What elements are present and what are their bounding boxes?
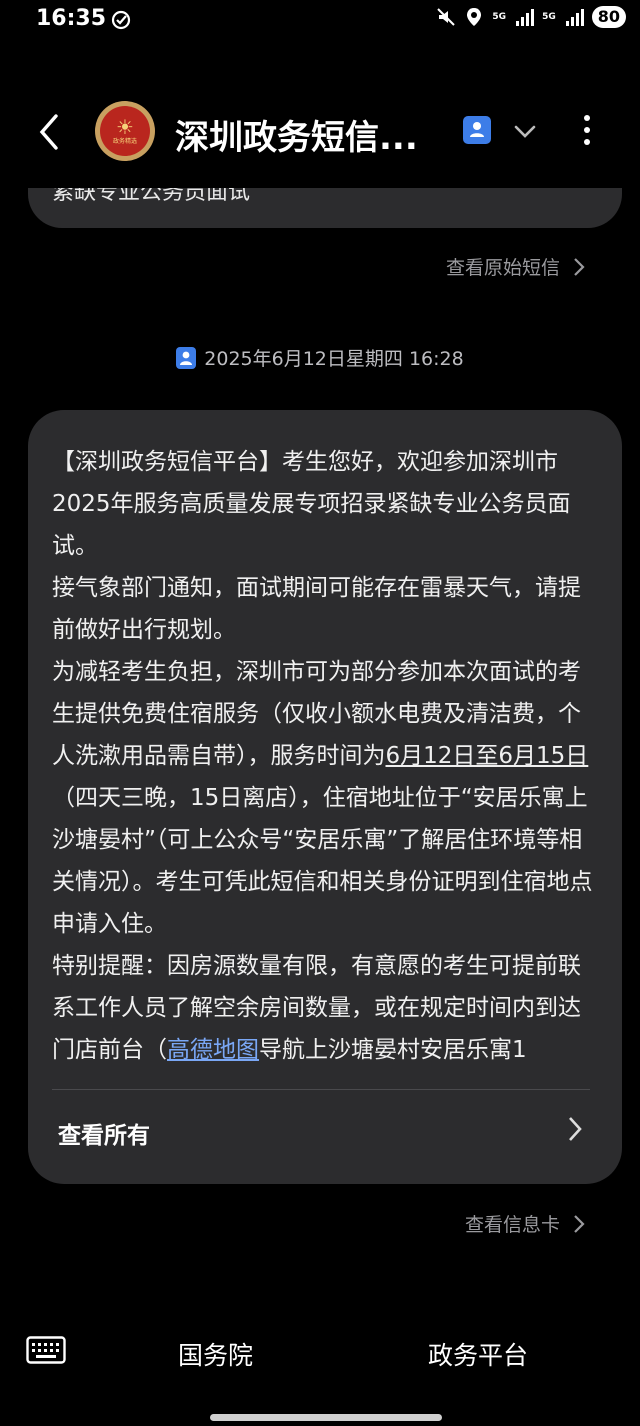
emblem-icon: ☀ bbox=[116, 115, 134, 139]
status-icons: 5G 5G 80 bbox=[436, 6, 626, 28]
sim-icon bbox=[176, 346, 197, 369]
chevron-right-icon bbox=[574, 1214, 585, 1233]
signal-icon-2 bbox=[565, 9, 584, 26]
menu-item-state-council[interactable]: 国务院 bbox=[178, 1336, 253, 1372]
alarm-icon bbox=[111, 10, 131, 30]
chevron-right-icon[interactable] bbox=[566, 1114, 584, 1144]
paragraph-4-text-b: 导航上沙塘晏村安居乐寓1 bbox=[259, 1037, 527, 1063]
chevron-right-icon bbox=[574, 257, 585, 276]
chevron-down-icon[interactable] bbox=[510, 118, 540, 144]
back-button[interactable] bbox=[30, 110, 70, 154]
view-original-label: 查看原始短信 bbox=[445, 257, 560, 279]
view-original-link[interactable]: 查看原始短信 bbox=[446, 253, 586, 280]
amap-link[interactable]: 高德地图 bbox=[167, 1037, 259, 1063]
message-paragraph-3: 为减轻考生负担，深圳市可为部分参加本次面试的考生提供免费住宿服务（仅收小额水电费… bbox=[52, 651, 602, 945]
date-range-link[interactable]: 6月12日至6月15日 bbox=[386, 743, 589, 769]
mute-icon bbox=[437, 8, 456, 26]
view-card-link[interactable]: 查看信息卡 bbox=[465, 1210, 586, 1237]
divider bbox=[52, 1089, 590, 1090]
message-paragraph-1: 【深圳政务短信平台】考生您好，欢迎参加深圳市2025年服务高质量发展专项招录紧缺… bbox=[52, 449, 571, 559]
message-paragraph-4: 特别提醒：因房源数量有限，有意愿的考生可提前联系工作人员了解空余房间数量，或在规… bbox=[52, 945, 602, 1071]
view-card-label: 查看信息卡 bbox=[464, 1214, 560, 1236]
more-options-icon[interactable] bbox=[576, 112, 598, 148]
avatar[interactable]: ☀ 政务精选 bbox=[95, 101, 155, 161]
contact-icon[interactable] bbox=[463, 116, 491, 144]
message-paragraph-2: 接气象部门通知，面试期间可能存在雷暴天气，请提前做好出行规划。 bbox=[52, 575, 581, 643]
view-all-button[interactable]: 查看所有 bbox=[58, 1116, 150, 1150]
message-body: 【深圳政务短信平台】考生您好，欢迎参加深圳市2025年服务高质量发展专项招录紧缺… bbox=[52, 441, 602, 1071]
message-bubble[interactable]: 【深圳政务短信平台】考生您好，欢迎参加深圳市2025年服务高质量发展专项招录紧缺… bbox=[28, 410, 622, 1184]
battery-indicator: 80 bbox=[591, 6, 626, 28]
keyboard-icon[interactable] bbox=[26, 1336, 66, 1364]
status-time: 16:35 bbox=[36, 6, 107, 31]
message-date-row: 2025年6月12日星期四 16:28 bbox=[0, 344, 640, 371]
paragraph-3-text-b: （四天三晚，15日离店），住宿地址位于“安居乐寓上沙塘晏村”（可上公众号“安居乐… bbox=[52, 785, 593, 937]
network-label-2: 5G bbox=[542, 11, 556, 22]
location-icon bbox=[467, 8, 482, 26]
network-label-1: 5G bbox=[492, 11, 507, 22]
signal-icon bbox=[516, 9, 535, 26]
home-indicator[interactable] bbox=[210, 1414, 442, 1421]
conversation-title[interactable]: 深圳政务短信... bbox=[175, 110, 455, 159]
message-date: 2025年6月12日星期四 16:28 bbox=[204, 348, 464, 370]
avatar-label: 政务精选 bbox=[112, 138, 137, 145]
menu-item-gov-platform[interactable]: 政务平台 bbox=[428, 1336, 528, 1372]
